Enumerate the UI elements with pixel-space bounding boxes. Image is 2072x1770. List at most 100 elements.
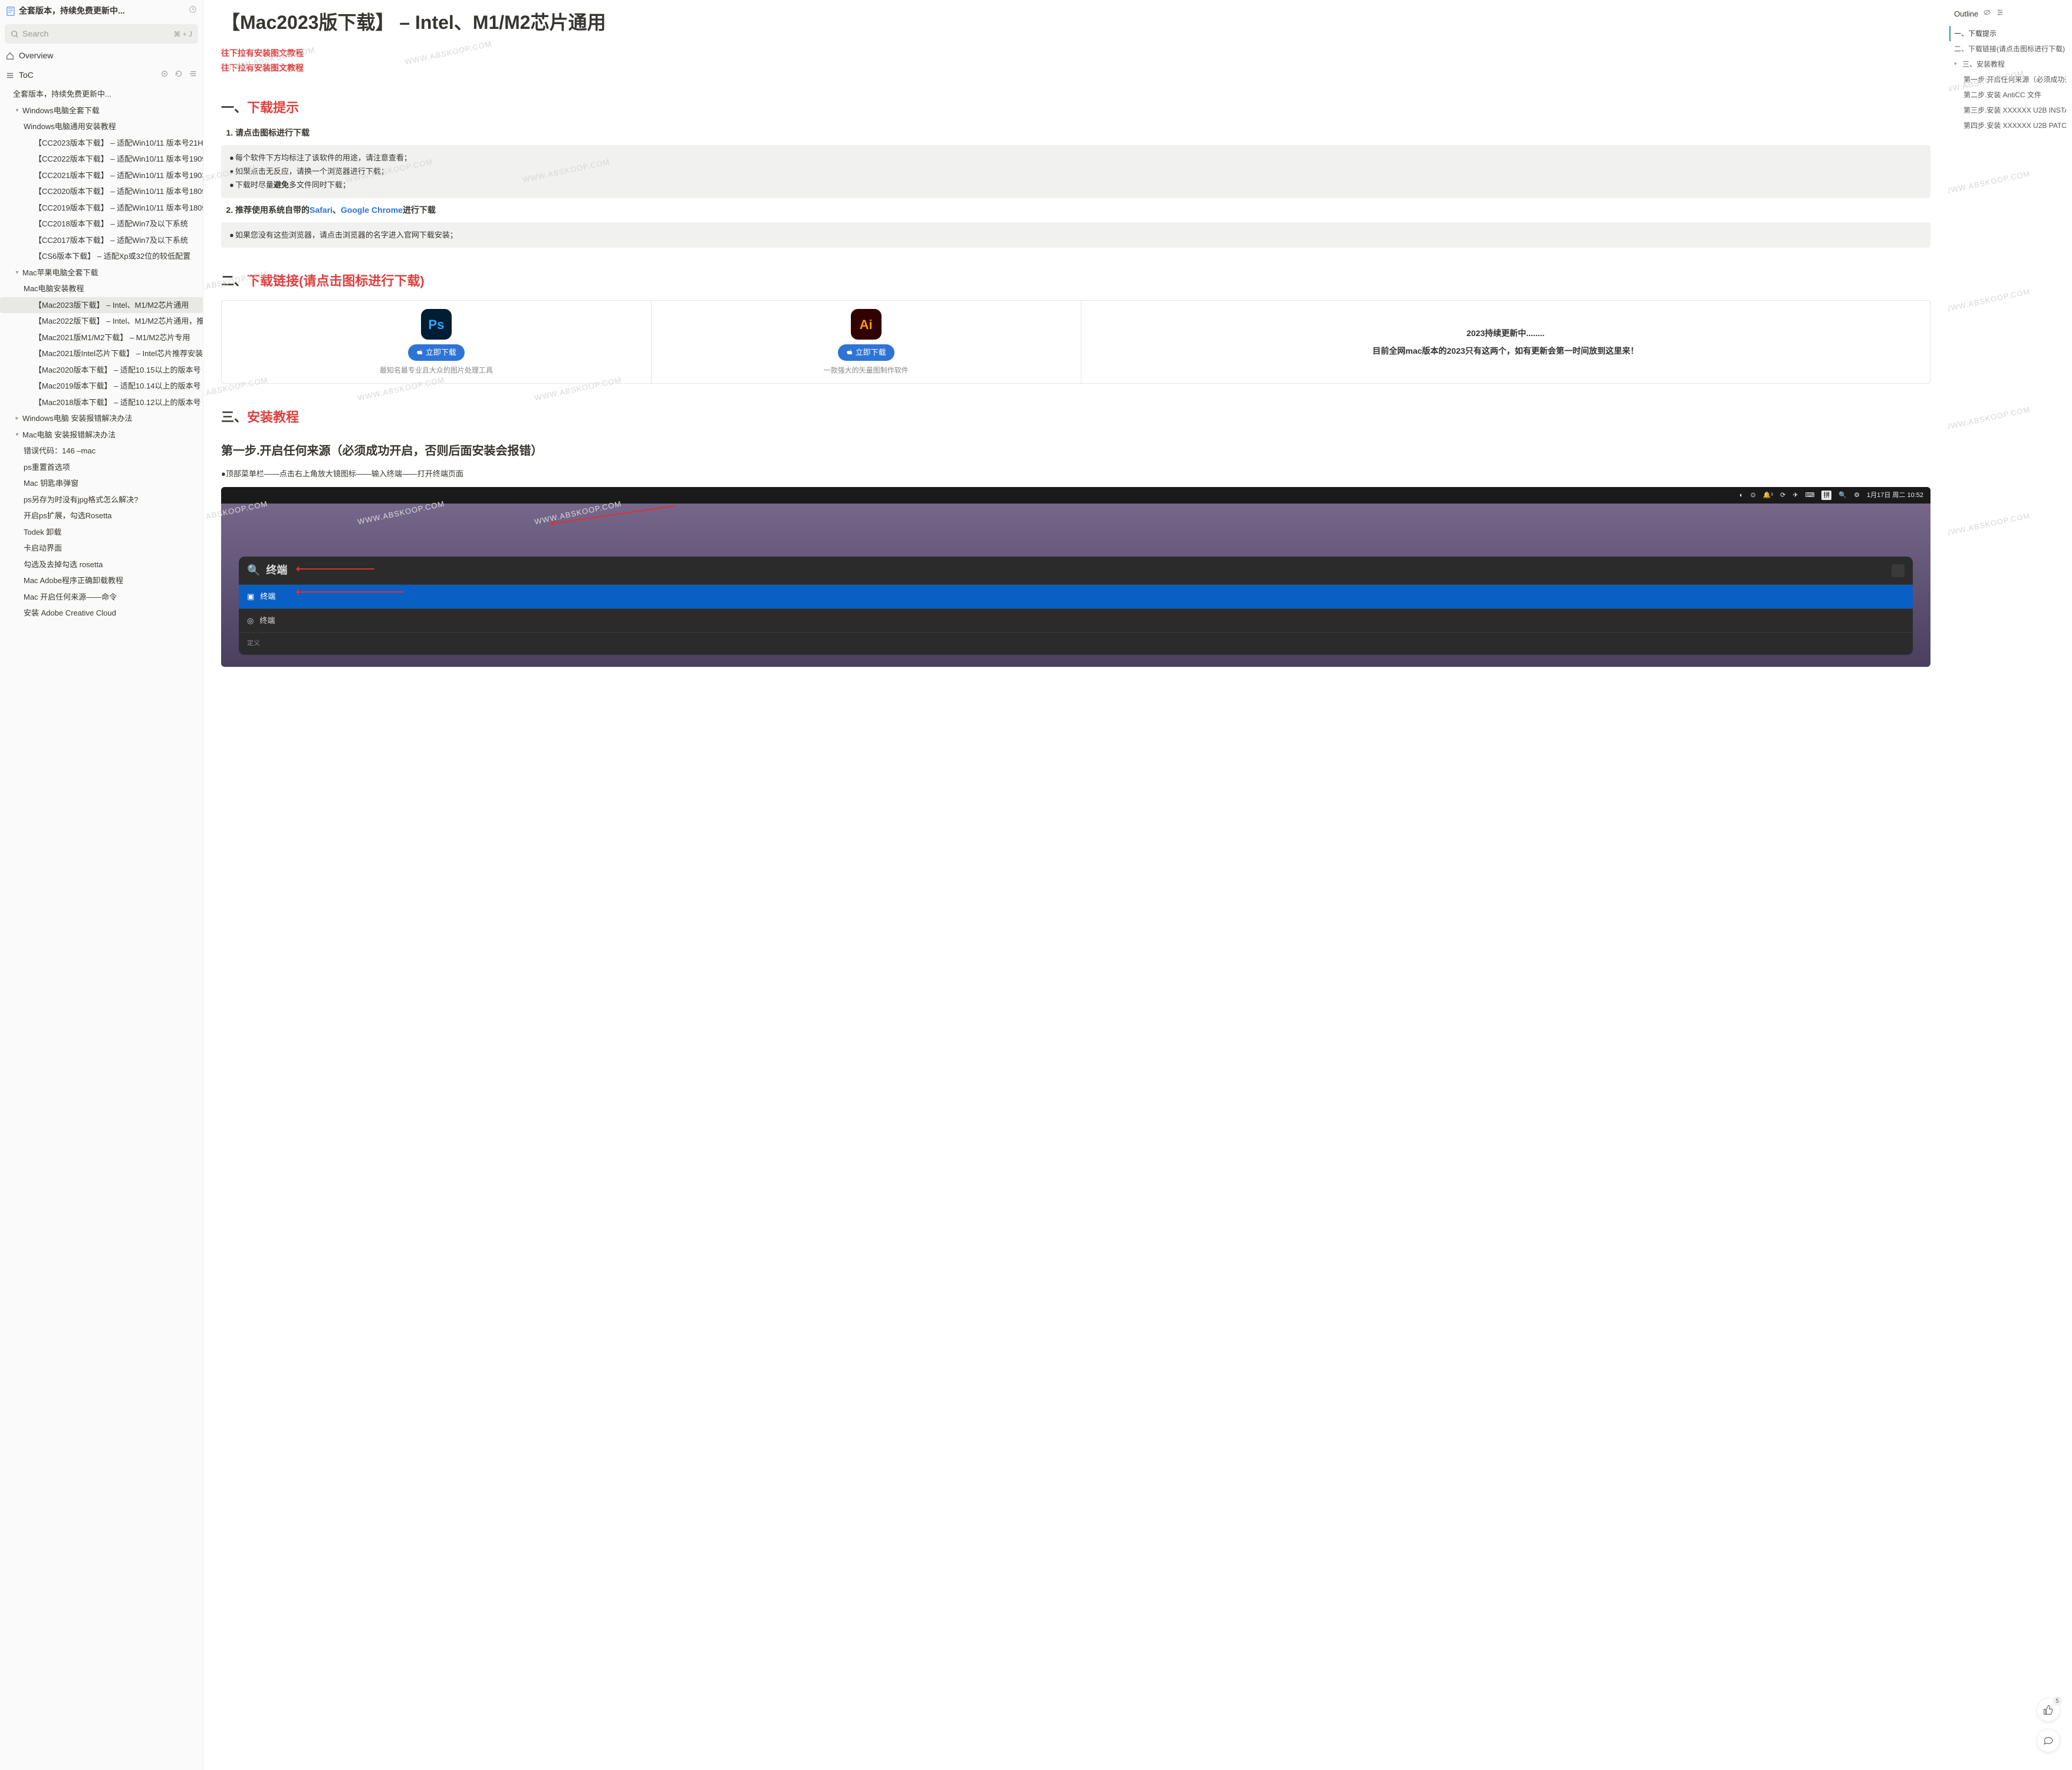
terminal-icon: ▣ xyxy=(247,591,254,603)
tree-item[interactable]: 【Mac2021版Intel芯片下载】 – Intel芯片推荐安装 xyxy=(0,346,203,362)
tree-item[interactable]: Windows电脑通用安装教程 xyxy=(0,119,203,135)
tree-item[interactable]: 【CC2020版本下载】 – 适配Win10/11 版本号1809及以上系统 xyxy=(0,183,203,200)
outline-item[interactable]: 第一步.开启任何来源（必须成功开... xyxy=(1964,72,2066,87)
section-heading-3: 三、安装教程 xyxy=(221,407,1930,427)
menu-icon: ◐ xyxy=(1739,491,1744,501)
tree-item[interactable]: Mac Adobe程序正确卸载教程 xyxy=(0,573,203,589)
spotlight-window: 🔍 终端 ▣ 终端 ◎ 终端 定义 xyxy=(239,557,1913,655)
search-shortcut: ⌘ + J xyxy=(173,29,192,40)
search-icon: 🔍 xyxy=(1839,491,1847,501)
tree-item[interactable]: 错误代码：146 –mac xyxy=(0,443,203,459)
link-safari[interactable]: Safari xyxy=(310,205,333,215)
nav-toc[interactable]: ToC xyxy=(0,65,203,85)
settings-icon[interactable] xyxy=(1996,8,2004,20)
spotlight-row[interactable]: 定义 xyxy=(239,633,1913,655)
mac-menubar: ◐ ⊙ 🔔¹ ⟳ ✈ ⌨ 拼 🔍 ⚙ 1月17日 周二 10:52 xyxy=(221,487,1930,504)
tree-item[interactable]: 勾选及去掉勾选 rosetta xyxy=(0,557,203,573)
tree-item[interactable]: 【Mac2019版本下载】 – 适配10.14以上的版本号 xyxy=(0,378,203,394)
tree-group-windows[interactable]: ▾Windows电脑全套下载 xyxy=(0,103,203,119)
page-title: 【Mac2023版下载】 – Intel、M1/M2芯片通用 xyxy=(221,11,1930,35)
outline-item[interactable]: 第二步.安装 AntiCC 文件 xyxy=(1964,87,2066,103)
list-icon xyxy=(6,71,14,80)
menu-icon: 🔔¹ xyxy=(1763,491,1773,501)
link-chrome[interactable]: Google Chrome xyxy=(341,205,403,215)
tree-item[interactable]: 【Mac2021版M1/M2下载】 – M1/M2芯片专用 xyxy=(0,330,203,346)
menubar-clock: 1月17日 周二 10:52 xyxy=(1867,491,1923,501)
refresh-icon[interactable] xyxy=(175,69,183,81)
target-icon[interactable] xyxy=(160,69,169,81)
section-heading-1: 一、下载提示 xyxy=(221,98,1930,117)
tree-item[interactable]: 【Mac2018版本下载】 – 适配10.12以上的版本号 xyxy=(0,394,203,411)
terminal-icon xyxy=(1892,564,1905,577)
download-cell-ps: Ps 立即下载 最知名最专业且大众的图片处理工具 xyxy=(222,301,652,383)
nav-overview[interactable]: Overview xyxy=(0,46,203,65)
tree-group-mac[interactable]: ▾Mac苹果电脑全套下载 xyxy=(0,265,203,281)
tree-item[interactable]: Mac电脑安装教程 xyxy=(0,281,203,297)
tree-item[interactable]: 【CC2018版本下载】 – 适配Win7及以下系统 xyxy=(0,216,203,232)
tree-item[interactable]: 【Mac2020版本下载】 – 适配10.15以上的版本号 xyxy=(0,362,203,379)
like-count: 5 xyxy=(2053,1696,2062,1706)
tree-item[interactable]: 【CS6版本下载】 – 适配Xp或32位的较低配置 xyxy=(0,248,203,265)
tree-item[interactable]: Mac 钥匙串弹窗 xyxy=(0,475,203,492)
outline-item[interactable]: 第四步.安装 XXXXXX U2B PATCH [... xyxy=(1964,118,2066,133)
body-text: ●顶部菜单栏——点击右上角放大镜图标——输入终端——打开终端页面 xyxy=(221,468,1930,480)
tree-item[interactable]: 【CC2017版本下载】 – 适配Win7及以下系统 xyxy=(0,232,203,249)
outline-header: Outline xyxy=(1954,8,2066,20)
tree-group-macerr[interactable]: ▾Mac电脑 安装报错解决办法 xyxy=(0,427,203,443)
home-icon xyxy=(6,52,14,60)
control-center-icon: ⚙ xyxy=(1854,491,1860,501)
download-cell-ai: Ai 立即下载 一款强大的矢量图制作软件 xyxy=(652,301,1081,383)
search-icon xyxy=(11,30,19,38)
floating-buttons: 5 xyxy=(2037,1698,2060,1752)
outline-item[interactable]: 二、下载链接(请点击图标进行下载) xyxy=(1954,41,2066,57)
tree-item[interactable]: ps重置首选项 xyxy=(0,459,203,476)
menu-icon: ⊙ xyxy=(1751,491,1756,501)
tree-root[interactable]: 全套版本，持续免费更新中... xyxy=(0,86,203,103)
toc-tree: 全套版本，持续免费更新中... ▾Windows电脑全套下载 Windows电脑… xyxy=(0,85,203,623)
tree-item[interactable]: ps另存为时没有jpg格式怎么解决? xyxy=(0,492,203,508)
tree-group-winerr[interactable]: ▸Windows电脑 安装报错解决办法 xyxy=(0,410,203,427)
sidebar-header: 全套版本，持续免费更新中... xyxy=(0,0,203,22)
tree-item[interactable]: 开启ps扩展，勾选Rosetta xyxy=(0,508,203,524)
callout: 如果您没有这些浏览器，请点击浏览器的名字进入官网下载安装； xyxy=(221,222,1930,248)
tree-item[interactable]: 【CC2021版本下载】 – 适配Win10/11 版本号1903及以上系统 xyxy=(0,167,203,184)
tree-item-selected[interactable]: 【Mac2023版下载】 – Intel、M1/M2芯片通用 xyxy=(0,297,203,314)
step-heading: 第一步.开启任何来源（必须成功开启，否则后面安装会报错） xyxy=(221,442,1930,460)
outline-item[interactable]: 第三步.安装 XXXXXX U2B INSTALL... xyxy=(1964,103,2066,118)
outline-item[interactable]: 一、下载提示 xyxy=(1949,26,2066,41)
ps-icon: Ps xyxy=(421,309,452,340)
watermark: WWW.ABSKOOP.COM xyxy=(1948,404,2031,433)
sidebar: 全套版本，持续免费更新中... Search ⌘ + J Overview To… xyxy=(0,0,203,1770)
tree-item[interactable]: 【CC2022版本下载】 – 适配Win10/11 版本号1909及以上系统 xyxy=(0,151,203,167)
tree-item[interactable]: 【CC2019版本下载】 – 适配Win10/11 版本号1809及以上系统 xyxy=(0,200,203,216)
terminal-icon: ◎ xyxy=(247,615,254,627)
spotlight-row[interactable]: ▣ 终端 xyxy=(239,585,1913,609)
spotlight-row[interactable]: ◎ 终端 xyxy=(239,609,1913,633)
download-info: 2023持续更新中........ 目前全网mac版本的2023只有这两个，如有… xyxy=(1081,301,1930,383)
like-button[interactable]: 5 xyxy=(2037,1698,2060,1722)
comment-button[interactable] xyxy=(2037,1729,2060,1752)
outline-panel: Outline 一、下载提示 二、下载链接(请点击图标进行下载) ▾三、安装教程… xyxy=(1948,0,2072,1770)
tree-item[interactable]: Mac 开启任何来源——命令 xyxy=(0,589,203,606)
search-input[interactable]: Search ⌘ + J xyxy=(5,24,198,44)
main-content: 【Mac2023版下载】 – Intel、M1/M2芯片通用 往下拉有安装图文教… xyxy=(203,0,1948,1770)
eye-off-icon[interactable] xyxy=(1983,8,1991,20)
terminal-screenshot: ◐ ⊙ 🔔¹ ⟳ ✈ ⌨ 拼 🔍 ⚙ 1月17日 周二 10:52 🔍 终端 xyxy=(221,487,1930,667)
outline-item[interactable]: ▾三、安装教程 xyxy=(1954,57,2066,72)
tree-item[interactable]: 【Mac2022版下载】 – Intel、M1/M2芯片通用，推荐安装 xyxy=(0,313,203,330)
callout: 每个软件下方均标注了该软件的用途，请注意查看； 如果点击无反应，请换一个浏览器进… xyxy=(221,145,1930,198)
search-icon: 🔍 xyxy=(247,562,260,578)
ai-icon: Ai xyxy=(851,309,882,340)
tree-item[interactable]: 【CC2023版本下载】 – 适配Win10/11 版本号21H2及以上系统 xyxy=(0,135,203,152)
collapse-icon[interactable] xyxy=(189,69,197,81)
download-button-ai[interactable]: 立即下载 xyxy=(838,344,894,361)
download-button-ps[interactable]: 立即下载 xyxy=(408,344,465,361)
tree-item[interactable]: 安装 Adobe Creative Cloud xyxy=(0,605,203,621)
spotlight-search[interactable]: 🔍 终端 xyxy=(239,557,1913,585)
hint-text: 往下拉有安装图文教程 xyxy=(221,62,1930,74)
tree-item[interactable]: 卡启动界面 xyxy=(0,540,203,557)
menu-icon: ⟳ xyxy=(1780,491,1785,501)
tree-item[interactable]: Todek 卸载 xyxy=(0,524,203,541)
watermark: WWW.ABSKOOP.COM xyxy=(1948,286,2031,315)
watermark: WWW.ABSKOOP.COM xyxy=(1948,510,2031,539)
